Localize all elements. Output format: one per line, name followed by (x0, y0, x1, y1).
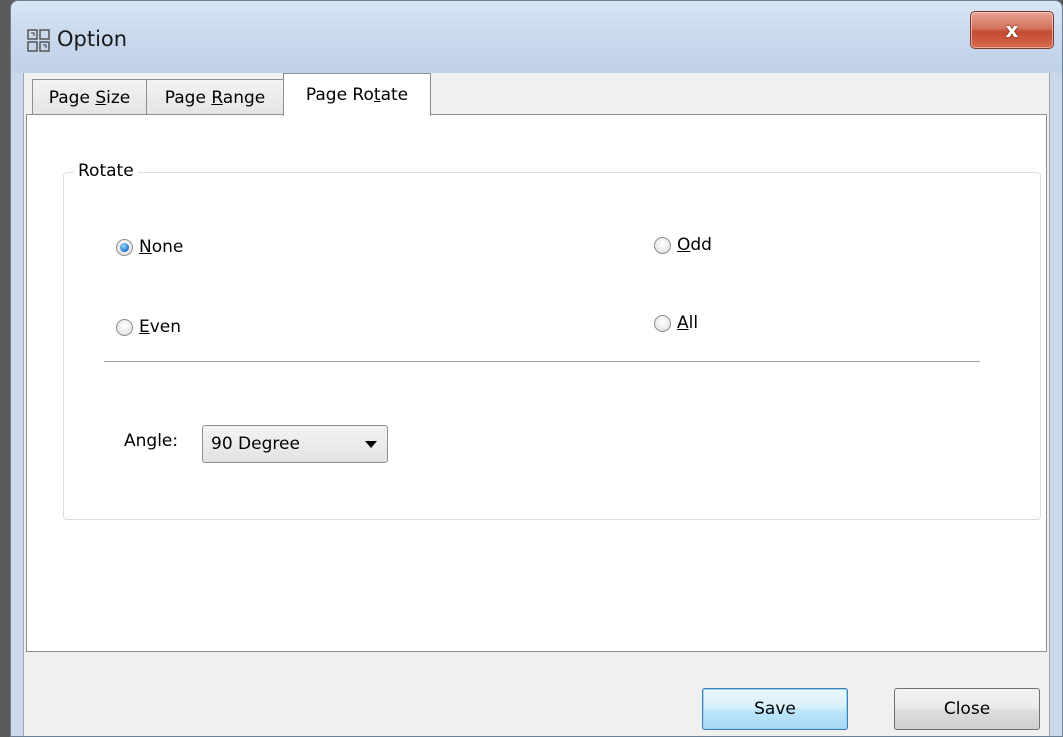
radio-odd[interactable]: Odd (654, 235, 712, 255)
radio-button-icon[interactable] (116, 318, 133, 336)
angle-select-value: 90 Degree (211, 434, 300, 454)
dialog-client-area: Page Size Page Range Page Rotate Rotate … (23, 73, 1050, 736)
separator-line (104, 361, 980, 363)
option-window: Option x Page Size Page Range Page Rotat… (10, 0, 1063, 737)
title-bar[interactable]: Option x (11, 1, 1062, 73)
tab-page-size[interactable]: Page Size (32, 79, 147, 115)
radio-button-icon[interactable] (654, 314, 671, 332)
tab-page-range[interactable]: Page Range (146, 79, 284, 115)
tab-label: Page Size (48, 87, 131, 108)
tab-page-rotate[interactable]: Page Rotate (283, 73, 431, 116)
radio-button-icon[interactable] (116, 238, 133, 256)
radio-all[interactable]: All (654, 313, 698, 333)
save-button[interactable]: Save (702, 688, 848, 730)
chevron-down-icon[interactable] (365, 441, 377, 448)
window-title: Option (57, 27, 128, 51)
tab-panel-page-rotate: Rotate None Odd Even All Angle: 90 Degre… (26, 114, 1047, 652)
radio-none[interactable]: None (116, 237, 183, 257)
button-bar: Save Close (24, 658, 1049, 736)
tab-label: Page Range (164, 87, 266, 108)
tab-label: Page Rotate (305, 85, 409, 105)
rotate-groupbox: Rotate None Odd Even All Angle: 90 Degre… (63, 161, 1041, 520)
radio-even[interactable]: Even (116, 317, 181, 337)
radio-button-icon[interactable] (654, 236, 671, 254)
angle-select[interactable]: 90 Degree (202, 425, 388, 463)
angle-label: Angle: (124, 431, 179, 451)
close-window-button[interactable]: x (970, 11, 1054, 49)
rotate-group-label: Rotate (74, 161, 138, 181)
close-button[interactable]: Close (894, 688, 1040, 730)
option-app-icon (27, 29, 50, 52)
close-icon: x (1005, 18, 1019, 42)
